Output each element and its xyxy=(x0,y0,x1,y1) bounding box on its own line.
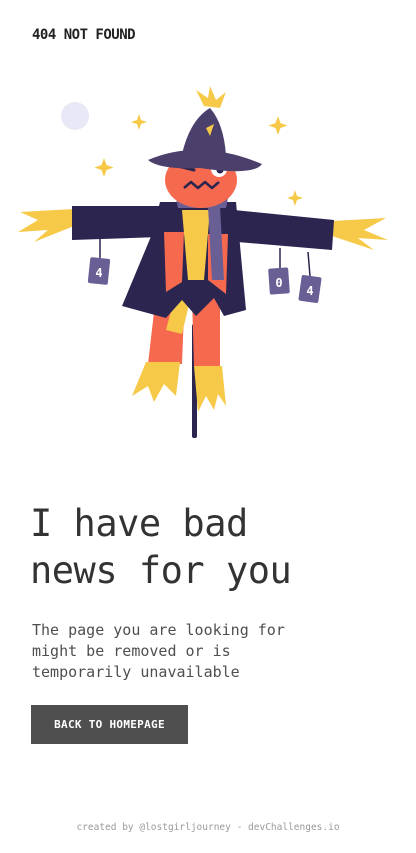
page-title-line-2: news for you xyxy=(30,549,292,592)
right-foot-straw xyxy=(194,366,226,412)
hat-crown xyxy=(182,108,226,159)
sparkle-icon xyxy=(131,114,147,130)
sparkle-icon xyxy=(268,116,288,135)
footer-separator: - xyxy=(230,822,249,833)
can-3-label: 4 xyxy=(306,284,313,298)
footer-site-link[interactable]: devChallenges.io xyxy=(248,822,340,833)
page-title: I have bad news for you xyxy=(30,500,400,594)
right-hand-straw xyxy=(332,218,388,250)
can-string xyxy=(307,251,311,277)
description-line-3: temporarily unavailable xyxy=(32,663,240,681)
hat-straw xyxy=(196,86,226,108)
page-title-line-1: I have bad xyxy=(30,502,248,545)
left-foot-straw xyxy=(132,362,180,402)
moon-icon xyxy=(61,102,89,130)
brand-title: 404 NOT FOUND xyxy=(32,27,136,43)
can-1-label: 4 xyxy=(95,266,102,280)
can-2-label: 0 xyxy=(275,276,282,290)
scarecrow-illustration: 4 0 4 xyxy=(18,86,388,438)
footer: created by @lostgirljourney - devChallen… xyxy=(0,822,416,833)
description-line-1: The page you are looking for xyxy=(32,621,285,639)
footer-author-link[interactable]: @lostgirljourney xyxy=(139,822,231,833)
left-hand-straw xyxy=(18,209,74,242)
sparkle-icon xyxy=(94,158,114,177)
description: The page you are looking for might be re… xyxy=(32,620,332,683)
description-line-2: might be removed or is xyxy=(32,642,231,660)
footer-prefix: created by xyxy=(76,822,140,833)
back-to-homepage-button[interactable]: BACK TO HOMEPAGE xyxy=(31,705,188,744)
sparkle-icon xyxy=(287,190,303,206)
